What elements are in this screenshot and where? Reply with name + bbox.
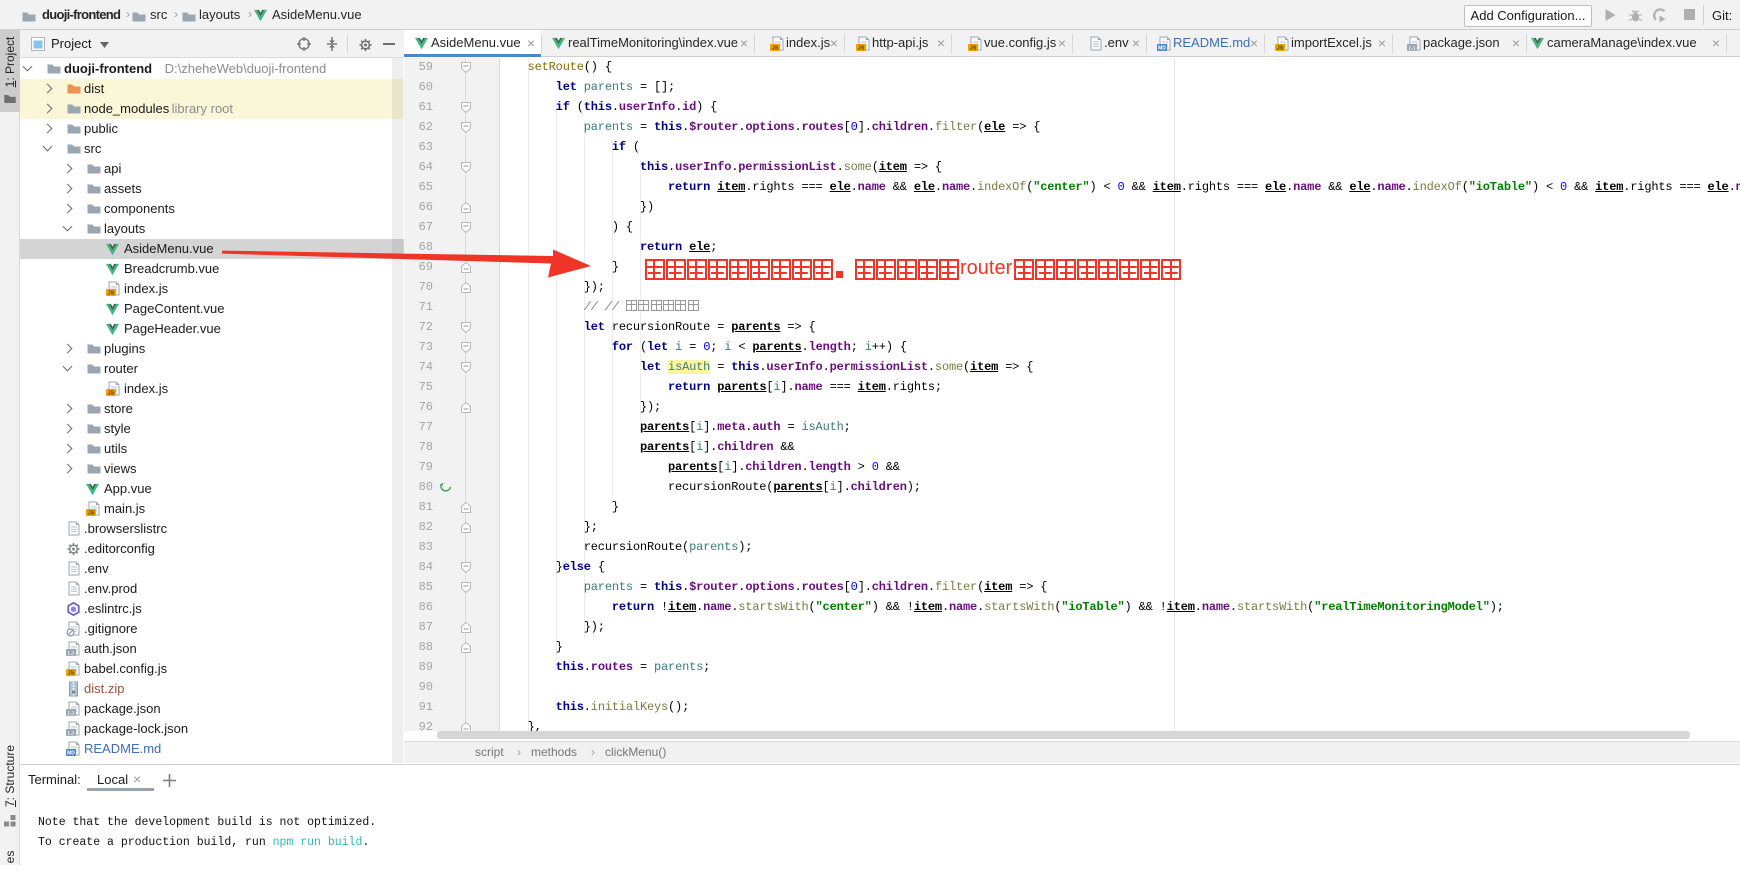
svg-text:{..}: {..} — [68, 731, 74, 736]
svg-text:JS: JS — [68, 671, 75, 677]
svg-text:{..}: {..} — [1409, 46, 1415, 51]
svg-text:JS: JS — [108, 291, 115, 297]
svg-text:JS: JS — [970, 46, 977, 52]
svg-text:JS: JS — [1277, 46, 1284, 52]
svg-text:JS: JS — [108, 391, 115, 397]
svg-text:{..}: {..} — [68, 711, 74, 716]
svg-text:JS: JS — [88, 511, 95, 517]
svg-text:JS: JS — [858, 46, 865, 52]
svg-text:MD: MD — [1158, 46, 1166, 52]
svg-text:{..}: {..} — [68, 651, 74, 656]
svg-text:MD: MD — [67, 751, 75, 757]
svg-text:JS: JS — [772, 46, 779, 52]
